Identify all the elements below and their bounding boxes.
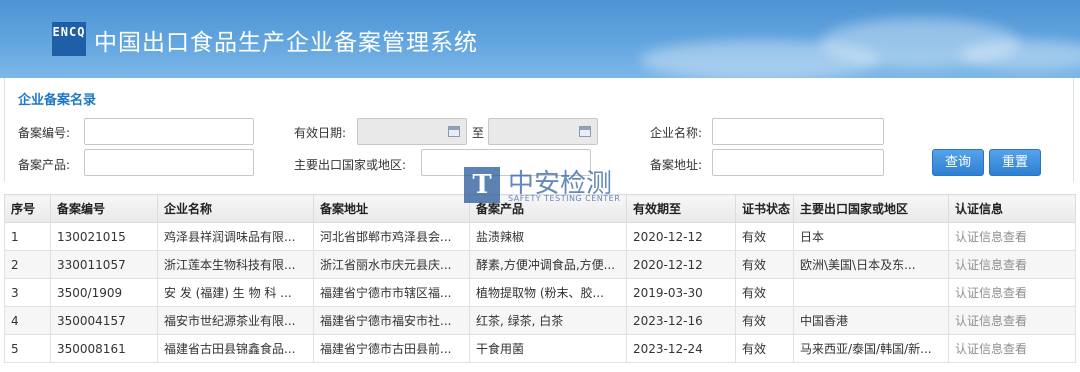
cell-status: 有效 bbox=[735, 334, 794, 363]
valid-date-label: 有效日期: bbox=[294, 126, 347, 140]
date-to-input[interactable] bbox=[488, 118, 598, 145]
table-row: 3 3500/1909 安 发 (福建) 生 物 科 ... 福建省宁德市市辖区… bbox=[4, 278, 1076, 307]
cell-valid-until: 2019-03-30 bbox=[626, 278, 736, 307]
reset-button[interactable]: 重置 bbox=[989, 149, 1041, 176]
export-region-label: 主要出口国家或地区: bbox=[294, 158, 407, 172]
cell-valid-until: 2020-12-12 bbox=[626, 222, 736, 251]
cell-status: 有效 bbox=[735, 250, 794, 279]
cell-company: 鸡泽县祥润调味品有限... bbox=[157, 222, 314, 251]
address-label: 备案地址: bbox=[650, 158, 703, 172]
section-title: 企业备案名录 bbox=[18, 93, 97, 108]
cell-status: 有效 bbox=[735, 278, 794, 307]
cert-info-link[interactable]: 认证信息查看 bbox=[948, 334, 1076, 363]
cell-index: 2 bbox=[4, 250, 51, 279]
col-header: 有效期至 bbox=[626, 194, 736, 223]
table-row: 5 350008161 福建省古田县锦鑫食品... 福建省宁德市古田县前... … bbox=[4, 334, 1076, 363]
company-name-label: 企业名称: bbox=[650, 126, 703, 140]
cell-company: 安 发 (福建) 生 物 科 ... bbox=[157, 278, 314, 307]
record-no-label: 备案编号: bbox=[18, 126, 71, 140]
calendar-icon[interactable] bbox=[579, 126, 591, 137]
cell-valid-until: 2023-12-24 bbox=[626, 334, 736, 363]
table-row: 1 130021015 鸡泽县祥润调味品有限... 河北省邯郸市鸡泽县会... … bbox=[4, 222, 1076, 251]
header-banner: ENCQ 中国出口食品生产企业备案管理系统 bbox=[0, 0, 1080, 78]
cell-export-region: 中国香港 bbox=[793, 306, 949, 335]
cell-product: 酵素,方便冲调食品,方便... bbox=[469, 250, 627, 279]
col-header: 企业名称 bbox=[157, 194, 314, 223]
cell-product: 干食用菌 bbox=[469, 334, 627, 363]
cell-index: 4 bbox=[4, 306, 51, 335]
watermark-logo-icon: T bbox=[464, 167, 500, 203]
logo-icon: ENCQ bbox=[52, 22, 86, 56]
product-label: 备案产品: bbox=[18, 158, 71, 172]
company-name-input[interactable] bbox=[712, 118, 884, 145]
records-table: 序号 备案编号 企业名称 备案地址 备案产品 有效期至 证书状态 主要出口国家或… bbox=[4, 194, 1076, 363]
record-no-input[interactable] bbox=[84, 118, 254, 145]
table-row: 2 330011057 浙江莲本生物科技有限... 浙江省丽水市庆元县庆... … bbox=[4, 250, 1076, 279]
cell-company: 福建省古田县锦鑫食品... bbox=[157, 334, 314, 363]
cell-status: 有效 bbox=[735, 306, 794, 335]
cell-product: 盐渍辣椒 bbox=[469, 222, 627, 251]
date-separator: 至 bbox=[472, 126, 485, 140]
cell-product: 红茶, 绿茶, 白茶 bbox=[469, 306, 627, 335]
cell-record-no: 130021015 bbox=[50, 222, 158, 251]
table-row: 4 350004157 福安市世纪源茶业有限... 福建省宁德市福安市社... … bbox=[4, 306, 1076, 335]
address-input[interactable] bbox=[712, 149, 884, 176]
query-button[interactable]: 查询 bbox=[932, 149, 984, 176]
cell-export-region: 欧洲\美国\日本及东... bbox=[793, 250, 949, 279]
date-from-input[interactable] bbox=[357, 118, 467, 145]
cell-address: 福建省宁德市福安市社... bbox=[313, 306, 470, 335]
cell-address: 福建省宁德市古田县前... bbox=[313, 334, 470, 363]
cert-info-link[interactable]: 认证信息查看 bbox=[948, 306, 1076, 335]
cell-valid-until: 2023-12-16 bbox=[626, 306, 736, 335]
col-header: 主要出口国家或地区 bbox=[793, 194, 949, 223]
cell-status: 有效 bbox=[735, 222, 794, 251]
cell-record-no: 350004157 bbox=[50, 306, 158, 335]
cell-record-no: 350008161 bbox=[50, 334, 158, 363]
watermark-subtitle: SAFETY TESTING CENTER bbox=[508, 194, 621, 203]
cell-export-region bbox=[793, 278, 949, 307]
cell-export-region: 日本 bbox=[793, 222, 949, 251]
cell-company: 福安市世纪源茶业有限... bbox=[157, 306, 314, 335]
cell-company: 浙江莲本生物科技有限... bbox=[157, 250, 314, 279]
col-header: 认证信息 bbox=[948, 194, 1076, 223]
cell-address: 福建省宁德市市辖区福... bbox=[313, 278, 470, 307]
cell-index: 3 bbox=[4, 278, 51, 307]
cell-record-no: 3500/1909 bbox=[50, 278, 158, 307]
cell-product: 植物提取物 (粉末、胶... bbox=[469, 278, 627, 307]
product-input[interactable] bbox=[84, 149, 254, 176]
cell-address: 河北省邯郸市鸡泽县会... bbox=[313, 222, 470, 251]
col-header: 备案编号 bbox=[50, 194, 158, 223]
cert-info-link[interactable]: 认证信息查看 bbox=[948, 250, 1076, 279]
cell-address: 浙江省丽水市庆元县庆... bbox=[313, 250, 470, 279]
col-header: 证书状态 bbox=[735, 194, 794, 223]
col-header: 序号 bbox=[4, 194, 51, 223]
cell-index: 5 bbox=[4, 334, 51, 363]
cell-record-no: 330011057 bbox=[50, 250, 158, 279]
calendar-icon[interactable] bbox=[448, 126, 460, 137]
app-title: 中国出口食品生产企业备案管理系统 bbox=[94, 30, 478, 56]
cell-index: 1 bbox=[4, 222, 51, 251]
cell-valid-until: 2020-12-12 bbox=[626, 250, 736, 279]
col-header: 备案地址 bbox=[313, 194, 470, 223]
cert-info-link[interactable]: 认证信息查看 bbox=[948, 222, 1076, 251]
cell-export-region: 马来西亚/泰国/韩国/新... bbox=[793, 334, 949, 363]
cert-info-link[interactable]: 认证信息查看 bbox=[948, 278, 1076, 307]
